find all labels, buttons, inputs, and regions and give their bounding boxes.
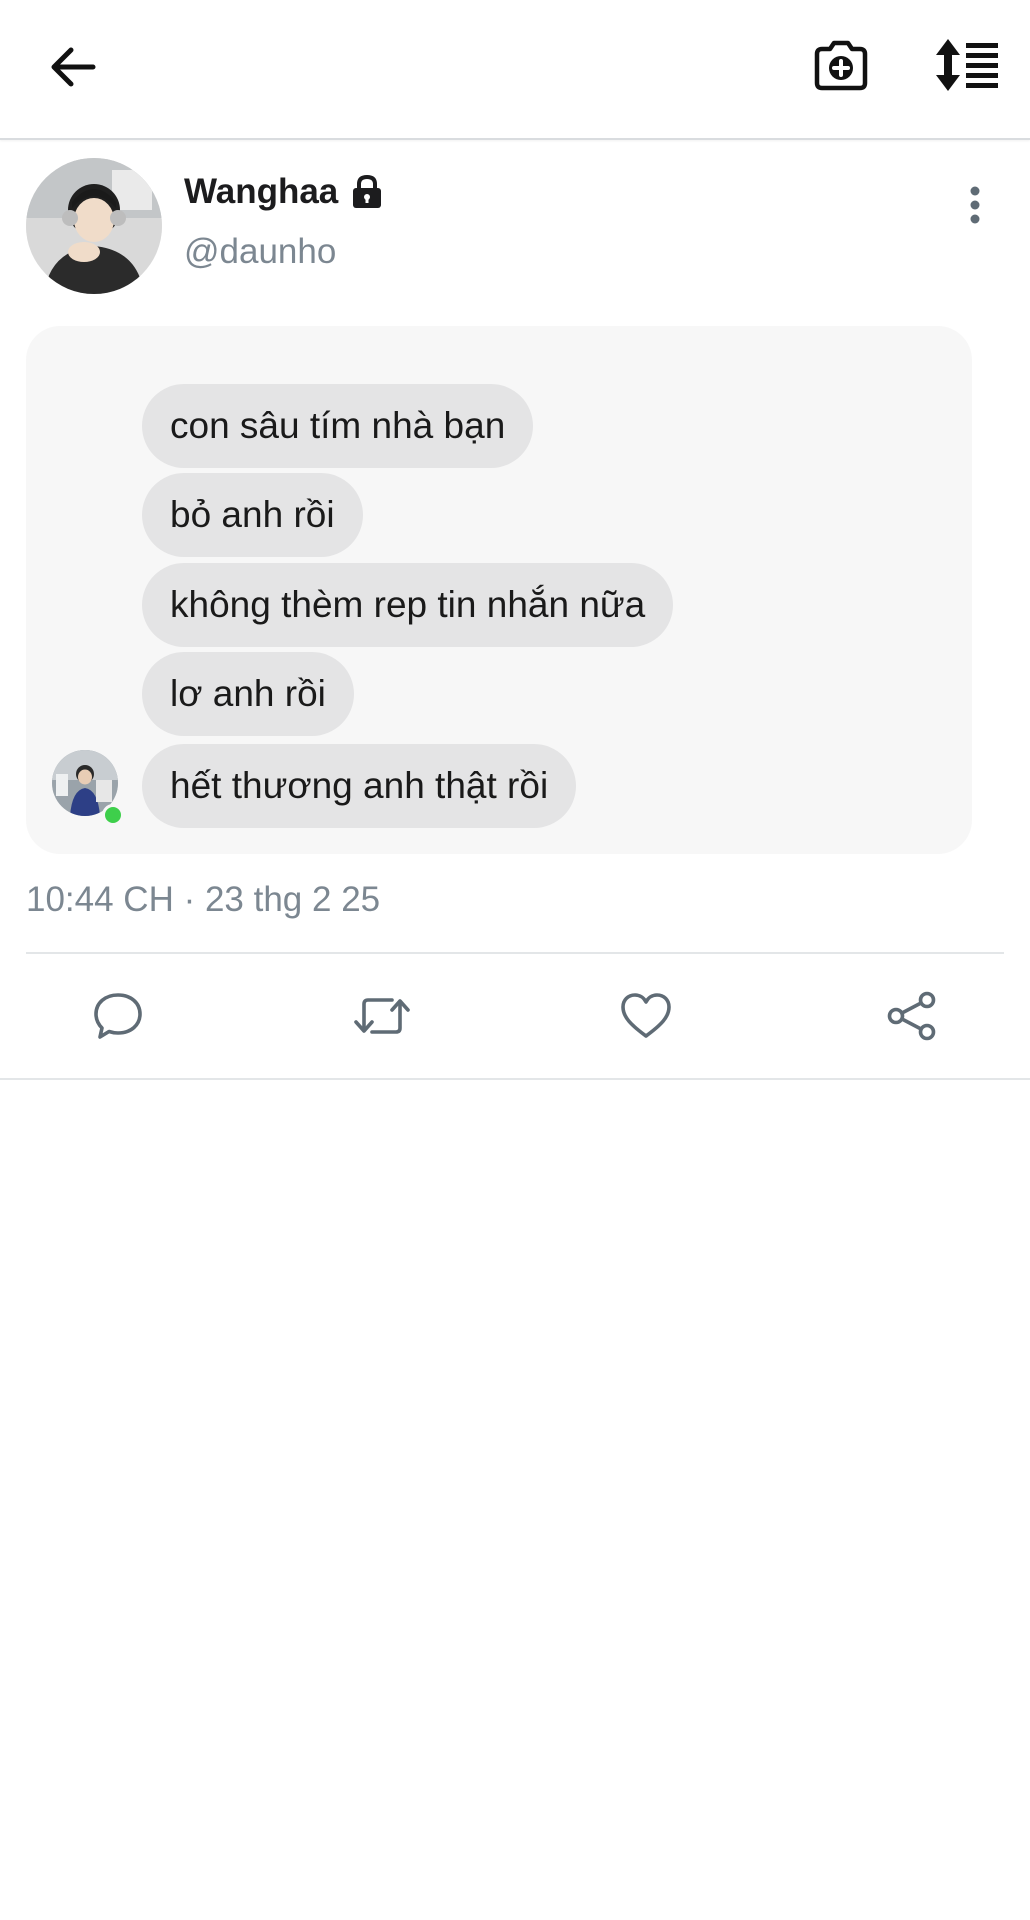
sort-list-icon (936, 39, 998, 91)
author-handle[interactable]: @daunho (184, 232, 336, 272)
post-media[interactable]: con sâu tím nhà bạn bỏ anh rồi không thè… (26, 326, 972, 854)
sort-button[interactable] (928, 30, 1004, 100)
heart-icon (621, 993, 671, 1038)
more-options-button[interactable] (958, 180, 992, 230)
chat-bubble: không thèm rep tin nhắn nữa (142, 563, 674, 647)
avatar-photo (26, 158, 162, 294)
lock-icon (353, 174, 382, 208)
arrow-left-icon (51, 47, 96, 87)
camera-button[interactable] (806, 30, 876, 100)
author-display-name[interactable]: Wanghaa (184, 172, 338, 212)
share-icon (887, 991, 936, 1041)
chat-bubble: bỏ anh rồi (142, 473, 363, 557)
chat-bubble: lơ anh rồi (142, 652, 354, 736)
share-button[interactable] (882, 986, 942, 1046)
top-app-bar (0, 0, 1030, 140)
post-timestamp[interactable]: 10:44 CH · 23 thg 2 25 (26, 880, 380, 920)
post-header: Wanghaa @daunho (0, 140, 1030, 310)
author-avatar[interactable] (26, 158, 162, 294)
chat-bubble: hết thương anh thật rồi (142, 744, 577, 828)
back-button[interactable] (40, 34, 106, 100)
chat-bubble: con sâu tím nhà bạn (142, 384, 534, 468)
post-action-bar (0, 956, 1030, 1080)
comment-icon (94, 993, 142, 1039)
retweet-button[interactable] (352, 986, 412, 1046)
more-vertical-icon (970, 186, 980, 224)
retweet-icon (354, 998, 410, 1034)
divider (26, 952, 1004, 954)
camera-plus-icon (814, 40, 868, 91)
online-status-dot (102, 804, 124, 826)
reply-button[interactable] (88, 986, 148, 1046)
author-name-row: Wanghaa (184, 172, 384, 212)
like-button[interactable] (616, 986, 676, 1046)
